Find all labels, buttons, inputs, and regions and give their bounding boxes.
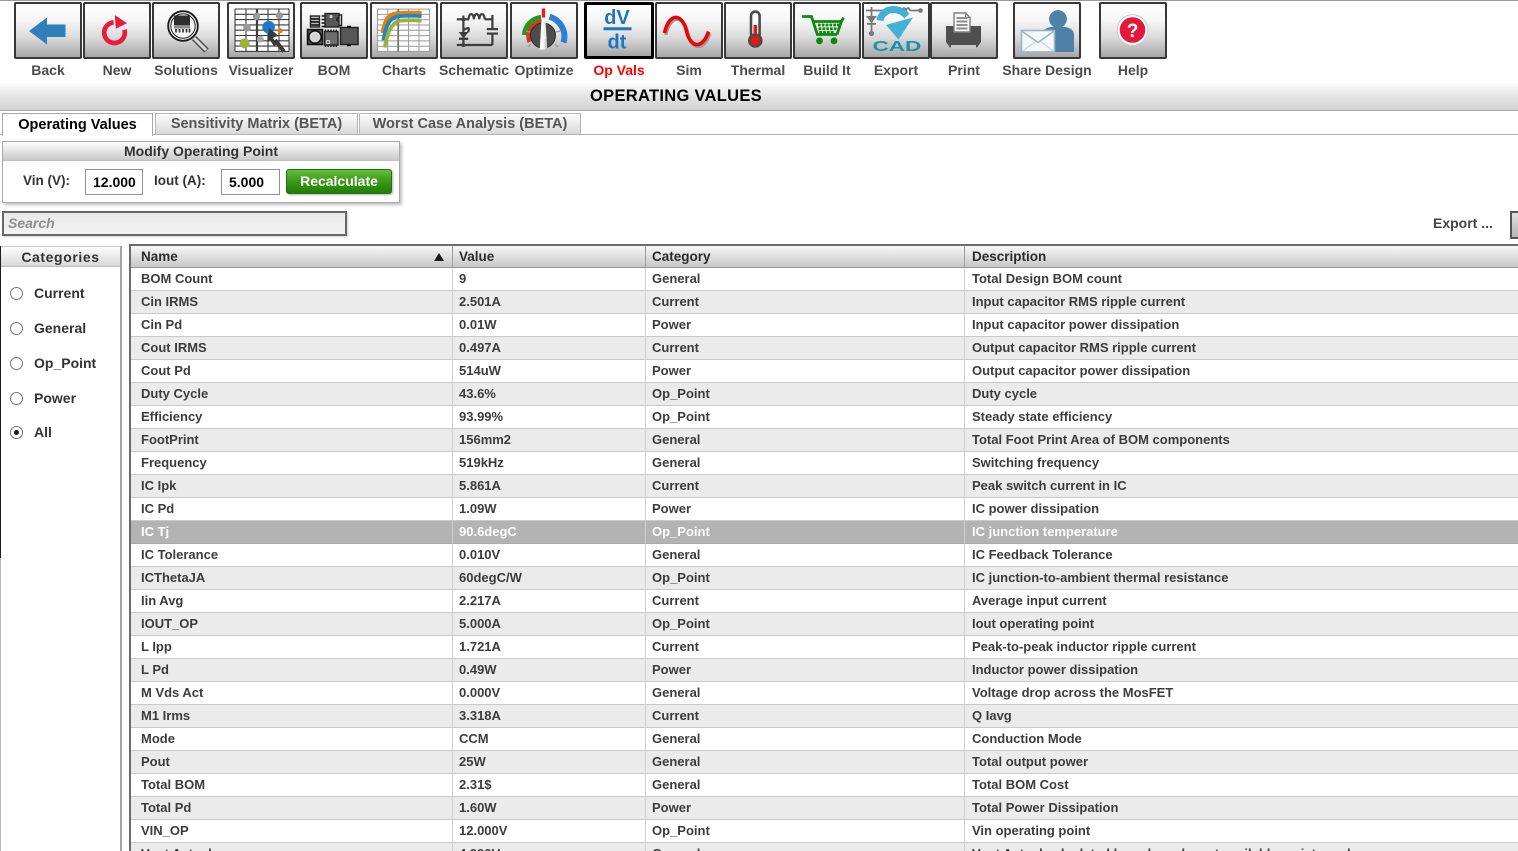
svg-text:dt: dt [608,32,627,54]
svg-text:dV: dV [604,7,630,29]
svg-text:?: ? [1127,21,1139,42]
svg-text:CAD: CAD [873,38,922,54]
